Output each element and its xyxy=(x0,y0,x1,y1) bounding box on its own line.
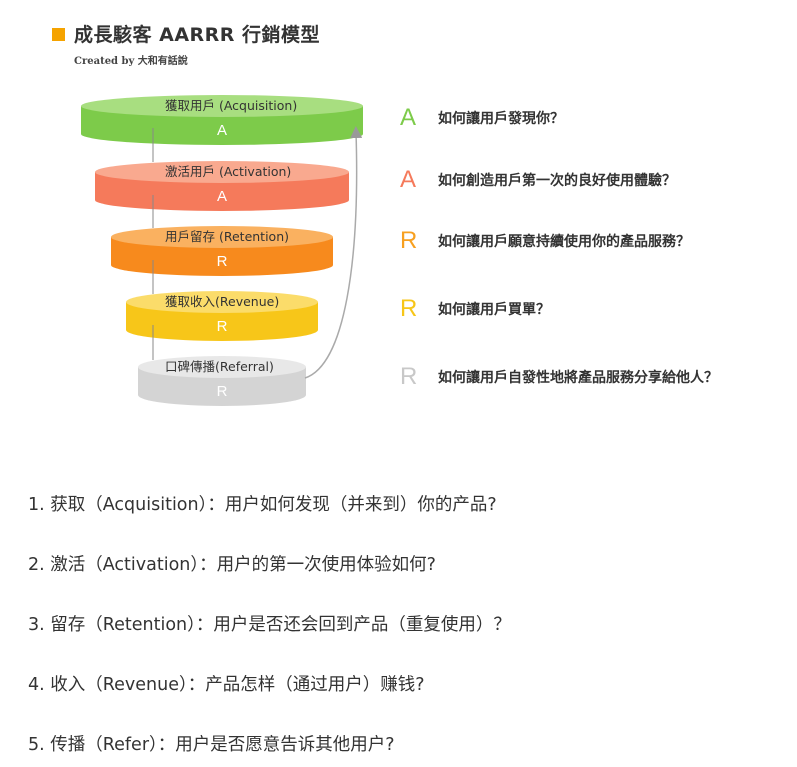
question-letter: R xyxy=(400,227,418,254)
question-letter: A xyxy=(400,166,417,193)
step-retention: 3. 留存（Retention）：用户是否还会回到产品（重复使用）？ xyxy=(28,615,511,635)
step-acquisition: 1. 获取（Acquisition）：用户如何发现（并来到）你的产品? xyxy=(28,495,497,515)
funnel-layer: 獲取收入(Revenue) R xyxy=(126,291,318,341)
question-text: 如何讓用戶願意持續使用你的產品服務？ xyxy=(438,234,690,250)
funnel-stage-label: 激活用戶 (Activation) xyxy=(165,164,291,179)
question-text: 如何讓用戶發現你？ xyxy=(438,111,564,127)
funnel-stage-letter: R xyxy=(217,253,228,270)
funnel-stage-label: 獲取用戶 (Acquisition) xyxy=(165,98,297,113)
question-letter: R xyxy=(400,295,418,322)
funnel-layer: 口碑傳播(Referral) R xyxy=(138,356,306,406)
funnel-stage-letter: A xyxy=(217,188,227,205)
funnel-question-row: R 如何讓用戶自發性地將產品服務分享給他人？ xyxy=(400,362,718,392)
funnel-question-row: A 如何創造用戶第一次的良好使用體驗？ xyxy=(400,165,676,195)
step-referral: 5. 传播（Refer）：用户是否愿意告诉其他用户? xyxy=(28,735,395,755)
funnel-question-row: R 如何讓用戶願意持續使用你的產品服務？ xyxy=(400,226,690,256)
question-text: 如何讓用戶買單？ xyxy=(438,302,550,318)
funnel-stage-label: 口碑傳播(Referral) xyxy=(165,359,274,374)
aarrr-figure: 成長駭客 AARRR 行銷模型 Created by 大和有話說 獲取用戶 (A… xyxy=(0,0,797,430)
funnel-layer: 激活用戶 (Activation) A xyxy=(95,161,349,211)
funnel-stage-label: 獲取收入(Revenue) xyxy=(165,294,279,309)
funnel-layer: 獲取用戶 (Acquisition) A xyxy=(81,95,363,145)
funnel-question-row: R 如何讓用戶買單？ xyxy=(400,294,550,324)
funnel-layer: 用戶留存 (Retention) R xyxy=(111,226,333,276)
question-text: 如何讓用戶自發性地將產品服務分享給他人？ xyxy=(438,370,718,386)
funnel-stage-letter: R xyxy=(217,383,228,400)
funnel-stage-letter: R xyxy=(217,318,228,335)
step-revenue: 4. 收入（Revenue）：产品怎样（通过用户）赚钱? xyxy=(28,675,425,695)
funnel-stage-letter: A xyxy=(217,122,227,139)
question-text: 如何創造用戶第一次的良好使用體驗？ xyxy=(438,173,676,189)
step-activation: 2. 激活（Activation）：用户的第一次使用体验如何? xyxy=(28,555,436,575)
funnel-question-row: A 如何讓用戶發現你？ xyxy=(400,103,564,133)
question-letter: A xyxy=(400,104,417,131)
funnel-stage-label: 用戶留存 (Retention) xyxy=(165,229,289,244)
question-letter: R xyxy=(400,363,418,390)
